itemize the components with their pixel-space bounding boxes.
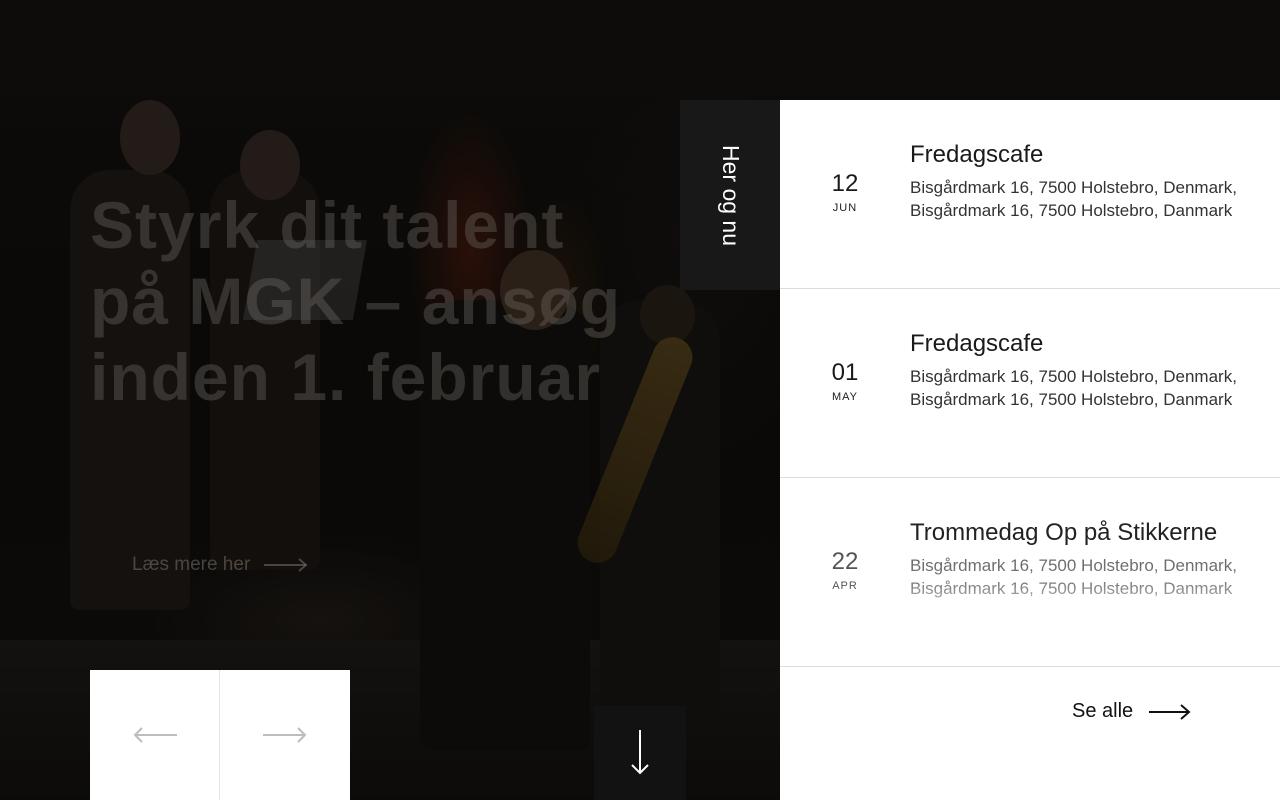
arrow-left-icon [133,727,177,743]
event-address: Bisgårdmark 16, 7500 Holstebro, Denmark,… [910,178,1237,220]
arrow-right-icon [262,727,306,743]
event-day: 22 [831,548,859,575]
arrow-right-icon [264,558,308,572]
read-more-link[interactable]: Læs mere her [132,554,308,576]
event-month: APR [832,580,858,592]
event-month: JUN [832,202,858,214]
event-date: 01 MAY [820,359,870,403]
event-date: 12 JUN [820,170,870,214]
see-all-label: Se alle [1072,700,1134,722]
hero-title: Styrk dit talent på MGK – ansøg inden 1.… [90,188,622,414]
event-address: Bisgårdmark 16, 7500 Holstebro, Denmark,… [910,554,1250,600]
her-og-nu-tab[interactable]: Her og nu [680,100,780,290]
event-item[interactable]: 22 APR Trommedag Op på Stikkerne Bisgård… [780,478,1280,667]
scroll-down-button[interactable] [594,706,686,800]
event-title[interactable]: Fredagscafe [910,329,1250,359]
next-slide-button[interactable] [220,670,349,800]
event-month: MAY [831,391,859,403]
event-title[interactable]: Trommedag Op på Stikkerne [910,518,1250,548]
arrow-right-icon [1149,703,1191,720]
her-og-nu-label: Her og nu [717,144,744,246]
arrow-down-icon [631,730,649,775]
see-all-link[interactable]: Se alle [1072,700,1191,723]
event-item[interactable]: 01 MAY Fredagscafe Bisgårdmark 16, 7500 … [780,289,1280,478]
read-more-label: Læs mere her [132,554,251,575]
event-address: Bisgårdmark 16, 7500 Holstebro, Denmark,… [910,367,1237,409]
event-day: 01 [831,359,859,386]
event-day: 12 [831,170,859,197]
events-panel: 12 JUN Fredagscafe Bisgårdmark 16, 7500 … [780,100,1280,800]
event-title[interactable]: Fredagscafe [910,140,1250,170]
slider-navigation [90,670,350,800]
event-item[interactable]: 12 JUN Fredagscafe Bisgårdmark 16, 7500 … [780,100,1280,289]
event-date: 22 APR [820,548,870,592]
previous-slide-button[interactable] [90,670,220,800]
